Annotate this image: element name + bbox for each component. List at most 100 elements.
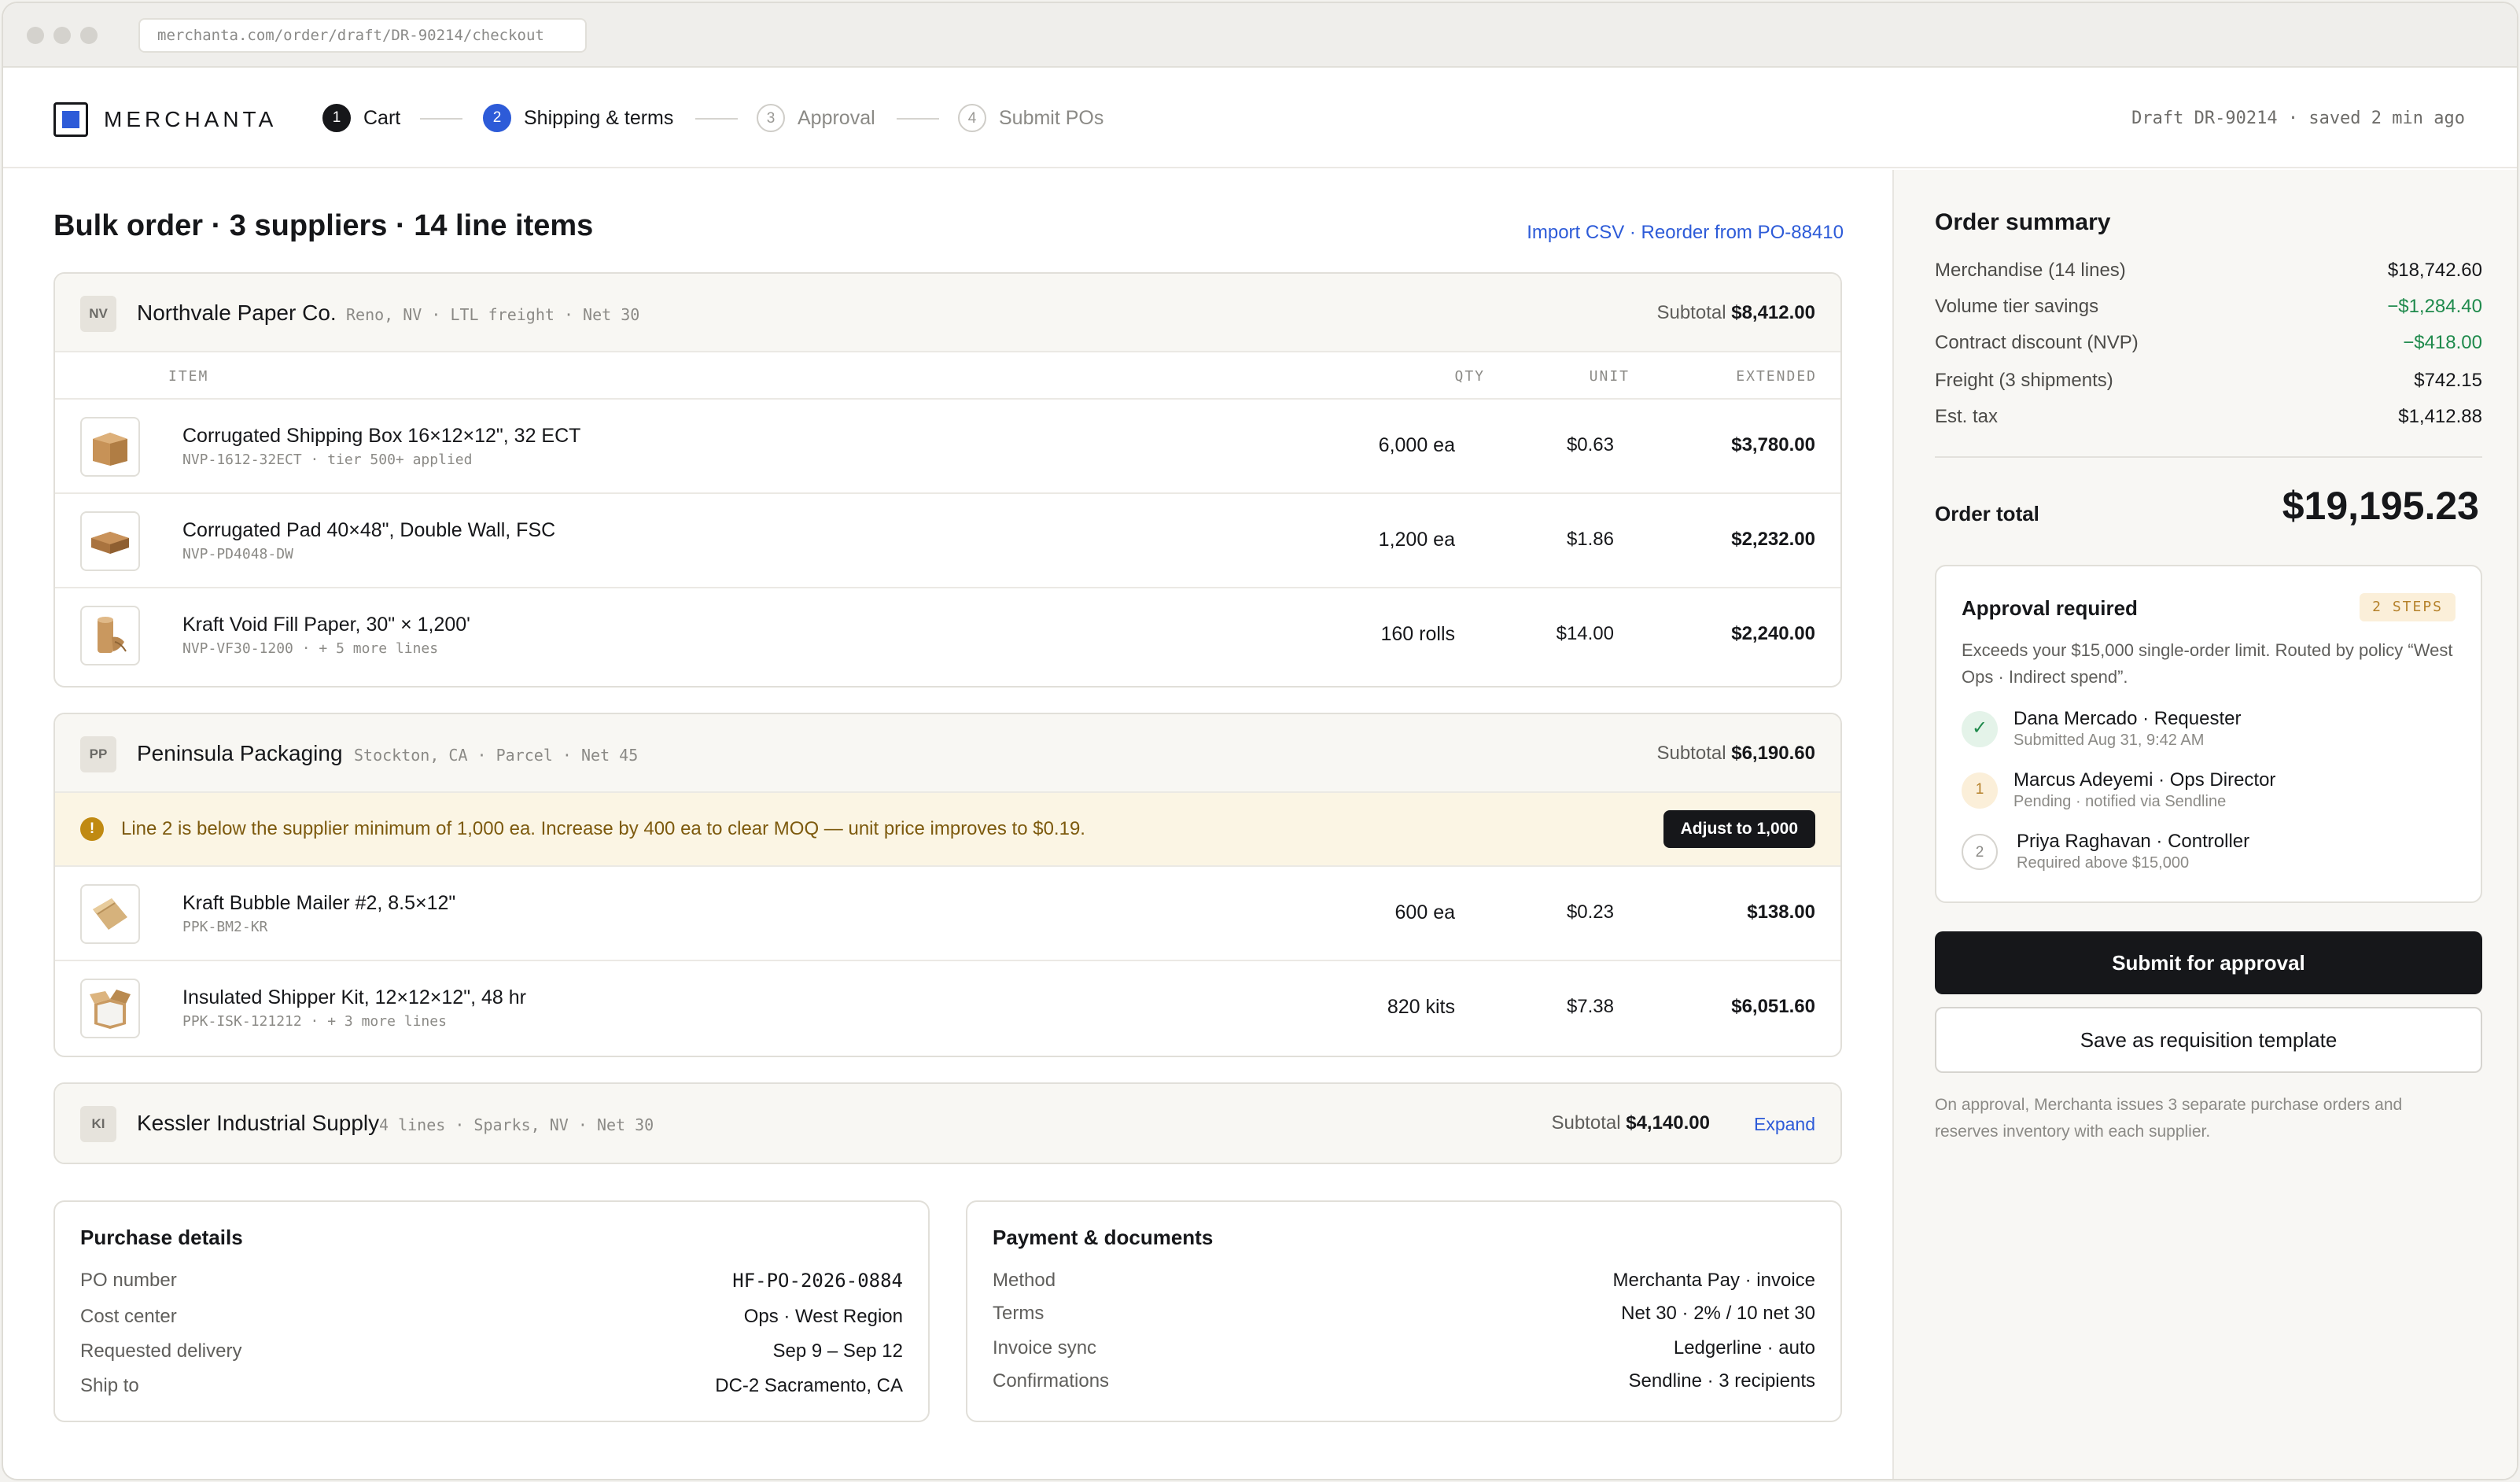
address-bar[interactable]: merchanta.com/order/draft/DR-90214/check… xyxy=(138,18,587,53)
summary-value: $18,742.60 xyxy=(2387,260,2482,281)
subtotal-label: Subtotal xyxy=(1656,302,1726,323)
payment-row-invoice-sync[interactable]: Invoice sync Ledgerline · auto xyxy=(993,1337,1815,1361)
import-reorder-links[interactable]: Import CSV · Reorder from PO-88410 xyxy=(1527,222,1844,244)
approver-requester: ✓ Dana Mercado · Requester Submitted Aug… xyxy=(1962,706,2465,757)
detail-key: Method xyxy=(993,1270,1056,1291)
detail-row-requested-delivery[interactable]: Requested delivery Sep 9 – Sep 12 xyxy=(80,1340,903,1364)
item-qty[interactable]: 1,200 ea xyxy=(1379,529,1455,551)
supplier-name: Peninsula Packaging xyxy=(137,741,343,765)
approval-steps-badge: 2 STEPS xyxy=(2360,593,2456,621)
payment-row-method[interactable]: Method Merchanta Pay · invoice xyxy=(993,1270,1815,1293)
item-qty[interactable]: 160 rolls xyxy=(1381,623,1456,646)
supplier-card-peninsula: PP Peninsula Packaging Stockton, CA · Pa… xyxy=(53,713,1842,1057)
submit-for-approval-button[interactable]: Submit for approval xyxy=(1935,931,2482,994)
supplier-header: NV Northvale Paper Co. Reno, NV · LTL fr… xyxy=(55,274,1840,352)
supplier-card-kessler: KI Kessler Industrial Supply 4 lines · S… xyxy=(53,1082,1842,1164)
item-unit-price: $7.38 xyxy=(1566,996,1614,1017)
item-qty[interactable]: 820 kits xyxy=(1387,996,1455,1019)
box-icon xyxy=(80,417,140,477)
step-number: 2 xyxy=(483,104,511,132)
detail-key: Confirmations xyxy=(993,1370,1110,1392)
summary-divider xyxy=(1935,456,2482,458)
step-submit-pos[interactable]: 4 Submit POs xyxy=(958,102,1103,134)
subtotal-label: Subtotal xyxy=(1551,1112,1621,1134)
table-row[interactable]: Kraft Void Fill Paper, 30" × 1,200' NVP-… xyxy=(55,588,1840,683)
step-number: 1 xyxy=(322,104,351,132)
draft-status: Draft DR-90214 · saved 2 min ago xyxy=(2131,109,2465,128)
supplier-meta: 4 lines · Sparks, NV · Net 30 xyxy=(379,1115,654,1134)
warning-icon: ! xyxy=(80,817,104,841)
check-icon: ✓ xyxy=(1962,711,1998,747)
window-minimize-dot[interactable] xyxy=(53,27,71,44)
window-zoom-dot[interactable] xyxy=(80,27,98,44)
item-qty[interactable]: 600 ea xyxy=(1395,901,1455,924)
merchanta-logo-icon[interactable] xyxy=(53,102,88,137)
subtotal-value: $4,140.00 xyxy=(1626,1112,1710,1134)
item-unit-price: $0.63 xyxy=(1566,434,1614,455)
step-label: Submit POs xyxy=(999,106,1104,129)
item-extended: $2,232.00 xyxy=(1731,529,1815,550)
step-connector xyxy=(897,118,939,120)
subtotal-label: Subtotal xyxy=(1656,743,1726,764)
approval-title: Approval required xyxy=(1962,596,2138,620)
panel-title: Payment & documents xyxy=(993,1226,1214,1249)
payment-row-confirmations[interactable]: Confirmations Sendline · 3 recipients xyxy=(993,1370,1815,1394)
subtotal-value: $6,190.60 xyxy=(1731,743,1815,764)
approval-description: Exceeds your $15,000 single-order limit.… xyxy=(1962,640,2453,687)
table-row[interactable]: Corrugated Pad 40×48", Double Wall, FSC … xyxy=(55,494,1840,588)
item-extended: $3,780.00 xyxy=(1731,434,1815,455)
detail-value: Sendline · 3 recipients xyxy=(1628,1370,1815,1392)
step-number: 3 xyxy=(757,104,785,132)
detail-value: DC-2 Sacramento, CA xyxy=(715,1375,903,1396)
item-qty[interactable]: 6,000 ea xyxy=(1379,434,1455,457)
payment-row-terms[interactable]: Terms Net 30 · 2% / 10 net 30 xyxy=(993,1303,1815,1326)
table-row[interactable]: Insulated Shipper Kit, 12×12×12", 48 hr … xyxy=(55,961,1840,1056)
detail-value: Ledgerline · auto xyxy=(1673,1337,1815,1358)
supplier-name: Northvale Paper Co. xyxy=(137,300,337,325)
supplier-badge: PP xyxy=(80,736,116,772)
col-item: ITEM xyxy=(168,368,209,385)
table-row[interactable]: Kraft Bubble Mailer #2, 8.5×12" PPK-BM2-… xyxy=(55,867,1840,961)
supplier-header: KI Kessler Industrial Supply 4 lines · S… xyxy=(55,1084,1840,1163)
detail-row-po-number[interactable]: PO number HF-PO-2026-0884 xyxy=(80,1270,903,1293)
step-cart[interactable]: 1 Cart xyxy=(322,102,400,134)
adjust-quantity-button[interactable]: Adjust to 1,000 xyxy=(1663,810,1815,848)
main-content: Bulk order · 3 suppliers · 14 line items… xyxy=(3,170,1892,1479)
detail-value: Net 30 · 2% / 10 net 30 xyxy=(1621,1303,1815,1324)
detail-value: HF-PO-2026-0884 xyxy=(732,1270,903,1292)
step-label: Cart xyxy=(363,106,401,129)
moq-warning-banner: ! Line 2 is below the supplier minimum o… xyxy=(55,793,1840,867)
expand-supplier-link[interactable]: Expand xyxy=(1754,1114,1815,1135)
detail-key: Requested delivery xyxy=(80,1340,242,1362)
approver-name: Priya Raghavan · Controller xyxy=(2017,831,2250,852)
order-total-value: $19,195.23 xyxy=(2282,484,2479,528)
window-close-dot[interactable] xyxy=(27,27,44,44)
page-title: Bulk order · 3 suppliers · 14 line items xyxy=(53,209,594,242)
approver-controller: 2 Priya Raghavan · Controller Required a… xyxy=(1962,829,2465,879)
browser-chrome: merchanta.com/order/draft/DR-90214/check… xyxy=(3,3,2517,68)
step-approval[interactable]: 3 Approval xyxy=(757,102,875,134)
approval-card: Approval required 2 STEPS Exceeds your $… xyxy=(1935,565,2482,903)
item-sku: NVP-1612-32ECT · tier 500+ applied xyxy=(182,452,473,468)
item-name: Kraft Void Fill Paper, 30" × 1,200' xyxy=(182,614,470,636)
item-name: Kraft Bubble Mailer #2, 8.5×12" xyxy=(182,892,456,914)
summary-key: Est. tax xyxy=(1935,406,1999,427)
insulated-box-icon xyxy=(80,979,140,1038)
item-name: Corrugated Pad 40×48", Double Wall, FSC xyxy=(182,519,556,541)
summary-key: Volume tier savings xyxy=(1935,296,2099,317)
detail-row-ship-to[interactable]: Ship to DC-2 Sacramento, CA xyxy=(80,1375,903,1399)
detail-key: Ship to xyxy=(80,1375,139,1396)
detail-row-cost-center[interactable]: Cost center Ops · West Region xyxy=(80,1306,903,1329)
table-row[interactable]: Corrugated Shipping Box 16×12×12", 32 EC… xyxy=(55,400,1840,494)
summary-title: Order summary xyxy=(1935,209,2111,235)
detail-value: Sep 9 – Sep 12 xyxy=(772,1340,903,1362)
table-header: ITEM QTY UNIT EXTENDED xyxy=(55,352,1840,400)
purchase-details-panel: Purchase details PO number HF-PO-2026-088… xyxy=(53,1200,930,1422)
item-extended: $2,240.00 xyxy=(1731,623,1815,644)
step-shipping-terms[interactable]: 2 Shipping & terms xyxy=(483,102,673,134)
approver-ops-director: 1 Marcus Adeyemi · Ops Director Pending … xyxy=(1962,768,2465,818)
summary-value: $742.15 xyxy=(2414,370,2482,391)
step-label: Approval xyxy=(798,106,875,129)
approver-status: Pending · notified via Sendline xyxy=(2013,793,2227,810)
save-template-button[interactable]: Save as requisition template xyxy=(1935,1007,2482,1073)
